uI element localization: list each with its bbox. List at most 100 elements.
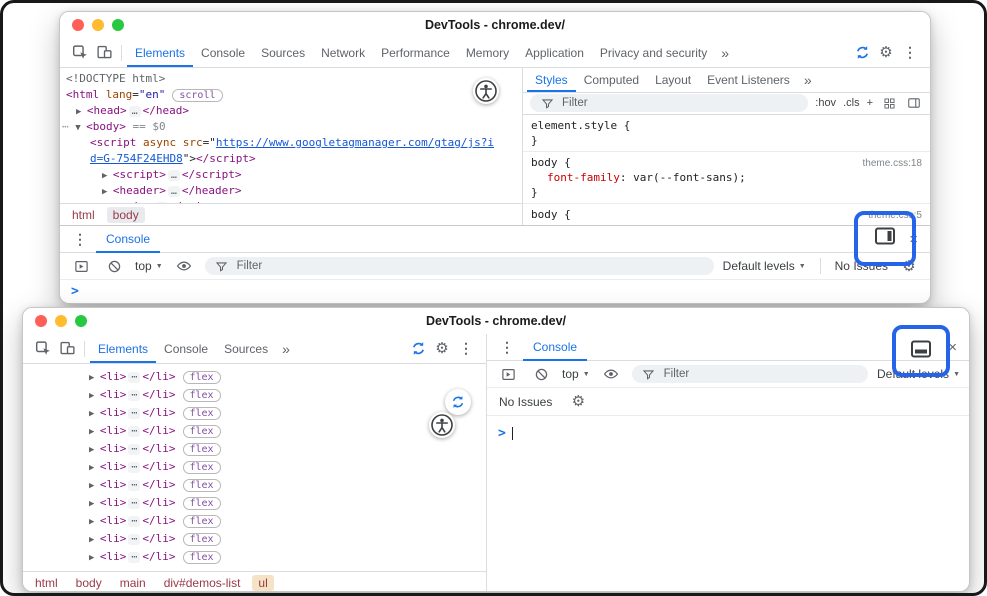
gear-icon[interactable]: ⚙ [874, 41, 898, 65]
console-sidebar-icon[interactable] [496, 362, 520, 386]
dom-tree-line[interactable]: ▶ <li>⋯</li>flex [23, 440, 486, 458]
code-dots[interactable]: ⋯ [128, 426, 140, 437]
dom-tree-line[interactable]: <!DOCTYPE html> [60, 71, 522, 87]
code-dots[interactable]: ⋯ [128, 444, 140, 455]
breadcrumb-html[interactable]: html [66, 207, 101, 223]
dom-tree-line[interactable]: ▶ <li>⋯</li>flex [23, 512, 486, 530]
clear-console-icon[interactable] [529, 362, 553, 386]
minimize-window-button[interactable] [55, 315, 67, 327]
code-dots[interactable]: ⋯ [128, 516, 140, 527]
close-window-button[interactable] [72, 19, 84, 31]
tab-styles[interactable]: Styles [527, 68, 576, 92]
code-dots[interactable]: … [168, 170, 180, 181]
device-toolbar-icon[interactable] [55, 337, 79, 361]
tab-privacy-and-security[interactable]: Privacy and security [592, 38, 715, 67]
new-style-rule-button[interactable]: + [867, 97, 873, 109]
kebab-menu-icon[interactable]: ⋮ [898, 41, 922, 65]
close-window-button[interactable] [35, 315, 47, 327]
console-filter-input[interactable]: Filter [205, 257, 714, 275]
css-selector[interactable]: body { [531, 207, 571, 222]
code-arrow[interactable]: ▶ [89, 553, 100, 563]
dom-tree-line[interactable]: ▶ <li>⋯</li>flex [23, 368, 486, 386]
tab-console[interactable]: Console [193, 38, 253, 67]
tab-performance[interactable]: Performance [373, 38, 458, 67]
dom-tree-line[interactable]: ▶ <li>⋯</li>flex [23, 548, 486, 566]
sync-icon[interactable] [850, 41, 874, 65]
code-badge[interactable]: flex [183, 461, 221, 474]
dom-tree-line[interactable]: d=G-754F24EHD8"></script> [60, 151, 522, 167]
dom-tree-line[interactable]: ▶ <li>⋯</li>flex [23, 404, 486, 422]
code-arrow[interactable]: ▶ [76, 107, 87, 117]
code-arrow[interactable]: ▶ [102, 171, 113, 181]
zoom-window-button[interactable] [112, 19, 124, 31]
code-arrow[interactable]: ▶ [89, 391, 100, 401]
toggle-sidebar-icon[interactable] [905, 94, 923, 112]
code-arrow[interactable]: ▶ [89, 499, 100, 509]
dom-tree-line[interactable]: <html lang="en"scroll [60, 87, 522, 103]
style-rule[interactable]: body {theme.css:18font-family: var(--fon… [523, 152, 930, 204]
css-declaration[interactable]: font-family: var(--font-sans); [531, 170, 922, 185]
code-arrow[interactable]: ▶ [89, 427, 100, 437]
breadcrumb-body[interactable]: body [107, 207, 145, 223]
tab-computed[interactable]: Computed [576, 68, 647, 92]
stylesheet-link[interactable]: theme.css:18 [863, 156, 922, 171]
code-dots[interactable]: ⋯ [128, 480, 140, 491]
code-dots[interactable]: ⋯ [128, 498, 140, 509]
code-dots[interactable]: ⋯ [128, 408, 140, 419]
code-arrow[interactable]: ▶ [89, 481, 100, 491]
tab-sources[interactable]: Sources [253, 38, 313, 67]
dock-to-bottom-icon[interactable] [910, 339, 932, 364]
tab-network[interactable]: Network [313, 38, 373, 67]
code-badge[interactable]: flex [183, 551, 221, 564]
styles-filter-input[interactable]: Filter [530, 94, 808, 112]
zoom-window-button[interactable] [75, 315, 87, 327]
dom-tree-line[interactable]: ▶ <header>…</header> [60, 183, 522, 199]
more-styles-tabs-button[interactable]: » [798, 68, 818, 92]
code-badge[interactable]: flex [183, 497, 221, 510]
code-arrow[interactable]: ▶ [89, 517, 100, 527]
code-arrow[interactable]: ▶ [89, 409, 100, 419]
sync-icon[interactable] [406, 337, 430, 361]
code-badge[interactable]: flex [183, 533, 221, 546]
code-dots[interactable]: … [129, 106, 141, 117]
inspect-icon[interactable] [68, 41, 92, 65]
tab-layout[interactable]: Layout [647, 68, 699, 92]
element-classes-button[interactable]: .cls [843, 97, 860, 109]
console-prompt-row[interactable]: > [487, 422, 969, 444]
code-badge[interactable]: scroll [172, 89, 222, 102]
sync-icon[interactable] [445, 389, 471, 415]
tab-console[interactable]: Console [156, 334, 216, 363]
issues-counter[interactable]: No Issues [499, 395, 552, 409]
code-badge[interactable]: flex [183, 389, 221, 402]
dock-to-right-icon[interactable] [874, 226, 896, 251]
code-arrow[interactable]: ▶ [89, 445, 100, 455]
code-arrow[interactable]: ▶ [89, 535, 100, 545]
kebab-menu-icon[interactable]: ⋮ [68, 227, 92, 251]
dom-tree-line[interactable]: ▶ <li>⋯</li>flex [23, 476, 486, 494]
code-badge[interactable]: flex [183, 425, 221, 438]
tab-console-drawer[interactable]: Console [96, 226, 160, 253]
css-selector[interactable]: element.style { [531, 118, 630, 133]
code-link[interactable]: d=G-754F24EHD8 [90, 152, 183, 165]
kebab-menu-icon[interactable]: ⋮ [454, 337, 478, 361]
code-dots[interactable]: ⋯ [128, 534, 140, 545]
breadcrumb-body[interactable]: body [70, 575, 108, 591]
accessibility-icon[interactable] [429, 412, 455, 438]
code-badge[interactable]: flex [183, 479, 221, 492]
code-badge[interactable]: flex [183, 443, 221, 456]
style-rule[interactable]: element.style {} [523, 115, 930, 152]
toggle-element-state-button[interactable]: :hov [815, 97, 836, 109]
code-dots[interactable]: … [168, 186, 180, 197]
minimize-window-button[interactable] [92, 19, 104, 31]
kebab-menu-icon[interactable]: ⋮ [495, 335, 519, 359]
breadcrumb-ul[interactable]: ul [252, 575, 273, 591]
console-settings-icon[interactable]: ⚙ [566, 390, 590, 414]
console-prompt-row[interactable]: > [60, 280, 930, 302]
tab-elements[interactable]: Elements [127, 38, 193, 67]
tab-console[interactable]: Console [523, 334, 587, 361]
live-expression-icon[interactable] [172, 254, 196, 278]
code-arrow[interactable]: ▼ [75, 123, 86, 133]
code-link[interactable]: https://www.googletagmanager.com/gtag/js… [216, 136, 494, 149]
dom-tree-line[interactable]: ▶ <li>⋯</li>flex [23, 422, 486, 440]
code-arrow[interactable]: ▶ [102, 187, 113, 197]
